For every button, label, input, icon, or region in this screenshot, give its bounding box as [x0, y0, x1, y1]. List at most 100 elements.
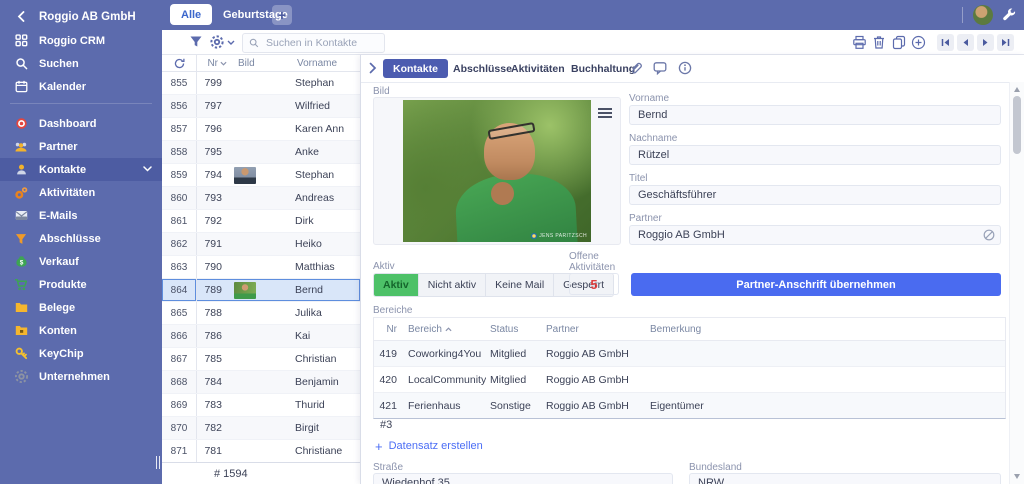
user-avatar[interactable]: [973, 5, 993, 25]
cell-bild[interactable]: [227, 394, 287, 416]
sidebar-item-konten[interactable]: Konten: [0, 319, 162, 342]
table-row[interactable]: 856 797 Wilfried: [162, 95, 360, 118]
cell-nr[interactable]: 791: [197, 233, 227, 255]
sidebar-item-aktivitaeten[interactable]: Aktivitäten: [0, 181, 162, 204]
row-index[interactable]: 860: [162, 187, 197, 209]
cell-vorname[interactable]: Benjamin: [287, 371, 360, 393]
sidebar-item-produkte[interactable]: Produkte: [0, 273, 162, 296]
gear-icon[interactable]: [210, 35, 224, 49]
row-index[interactable]: 861: [162, 210, 197, 232]
table-row[interactable]: 862 791 Heiko: [162, 233, 360, 256]
gear-dropdown-caret-icon[interactable]: [227, 40, 235, 45]
photo-menu-icon[interactable]: [598, 106, 612, 120]
row-index[interactable]: 868: [162, 371, 197, 393]
table-row[interactable]: 860 793 Andreas: [162, 187, 360, 210]
row-index[interactable]: 859: [162, 164, 197, 186]
offene-aktivitaeten-count[interactable]: 5: [569, 273, 619, 295]
row-index[interactable]: 865: [162, 302, 197, 324]
titel-field[interactable]: [629, 185, 1001, 205]
cell-bild[interactable]: [227, 279, 287, 301]
cell-vorname[interactable]: Karen Ann: [287, 118, 360, 140]
row-index[interactable]: 866: [162, 325, 197, 347]
cell-vorname[interactable]: Julika: [287, 302, 360, 324]
cell-bild[interactable]: [227, 302, 287, 324]
cell-bild[interactable]: [227, 72, 287, 94]
cell-vorname[interactable]: Thurid: [287, 394, 360, 416]
table-row[interactable]: 865 788 Julika: [162, 302, 360, 325]
cell-nr[interactable]: 797: [197, 95, 227, 117]
cell-vorname[interactable]: Kai: [287, 325, 360, 347]
cell-bild[interactable]: [227, 164, 287, 186]
cell-vorname[interactable]: Dirk: [287, 210, 360, 232]
row-index[interactable]: 858: [162, 141, 197, 163]
cell-bild[interactable]: [227, 256, 287, 278]
cell-bild[interactable]: [227, 141, 287, 163]
sidebar-item-suchen[interactable]: Suchen: [0, 52, 162, 75]
row-index[interactable]: 867: [162, 348, 197, 370]
cell-status[interactable]: Mitglied: [486, 374, 542, 386]
cell-nr[interactable]: 790: [197, 256, 227, 278]
row-index[interactable]: 870: [162, 417, 197, 439]
delete-trash-icon[interactable]: [872, 35, 886, 50]
sidebar-item-unternehmen[interactable]: Unternehmen: [0, 365, 162, 388]
row-index[interactable]: 855: [162, 72, 197, 94]
wrench-settings-icon[interactable]: [1002, 8, 1016, 22]
bereiche-col-status[interactable]: Status: [486, 324, 542, 335]
sidebar-item-dashboard[interactable]: Dashboard: [0, 112, 162, 135]
sidebar-item-partner[interactable]: Partner: [0, 135, 162, 158]
sidebar-item-belege[interactable]: Belege: [0, 296, 162, 319]
first-record-button[interactable]: [937, 34, 954, 51]
row-index[interactable]: 869: [162, 394, 197, 416]
bereiche-row[interactable]: 419 Coworking4You Mitglied Roggio AB Gmb…: [374, 341, 1005, 367]
cell-bereich[interactable]: LocalCommunity4You: [402, 374, 486, 386]
cell-nr[interactable]: 783: [197, 394, 227, 416]
print-icon[interactable]: [852, 35, 867, 50]
cell-nr[interactable]: 781: [197, 440, 227, 462]
cell-vorname[interactable]: Christiane: [287, 440, 360, 462]
cell-bild[interactable]: [227, 417, 287, 439]
table-row[interactable]: 869 783 Thurid: [162, 394, 360, 417]
sidebar-item-kontakte[interactable]: Kontakte: [0, 158, 162, 181]
cell-vorname[interactable]: Heiko: [287, 233, 360, 255]
strasse-field[interactable]: [373, 473, 673, 484]
table-row[interactable]: 864 789 Bernd: [162, 279, 360, 302]
cell-nr[interactable]: 792: [197, 210, 227, 232]
next-record-button[interactable]: [977, 34, 994, 51]
sidebar-item-abschluesse[interactable]: Abschlüsse: [0, 227, 162, 250]
segment-aktiv[interactable]: Aktiv: [374, 274, 419, 296]
column-header-vorname[interactable]: Vorname: [289, 58, 360, 69]
refresh-icon[interactable]: [162, 55, 197, 71]
previous-record-button[interactable]: [957, 34, 974, 51]
cell-bild[interactable]: [227, 371, 287, 393]
segment-keine-mail[interactable]: Keine Mail: [486, 274, 555, 296]
cell-bild[interactable]: [227, 210, 287, 232]
scroll-down-arrow[interactable]: [1014, 474, 1020, 479]
cell-nr[interactable]: 785: [197, 348, 227, 370]
filter-icon[interactable]: [189, 35, 203, 48]
cell-vorname[interactable]: Christian: [287, 348, 360, 370]
cell-nr[interactable]: 788: [197, 302, 227, 324]
cell-nr[interactable]: 795: [197, 141, 227, 163]
cell-vorname[interactable]: Stephan: [287, 164, 360, 186]
collapse-chevron-right-icon[interactable]: [369, 62, 377, 74]
bereiche-col-nr[interactable]: Nr: [374, 324, 402, 335]
comment-bubble-icon[interactable]: [653, 61, 667, 75]
search-input[interactable]: [264, 36, 373, 50]
row-index[interactable]: 863: [162, 256, 197, 278]
sidebar-item-kalender[interactable]: Kalender: [0, 75, 162, 98]
cell-nr[interactable]: 419: [374, 348, 402, 360]
cell-nr[interactable]: 782: [197, 417, 227, 439]
panel-scrollbar[interactable]: [1009, 82, 1024, 484]
bereiche-col-bemerkung[interactable]: Bemerkung: [644, 324, 1005, 335]
bundesland-field[interactable]: [689, 473, 1001, 484]
last-record-button[interactable]: [997, 34, 1014, 51]
cell-vorname[interactable]: Andreas: [287, 187, 360, 209]
cell-bild[interactable]: [227, 118, 287, 140]
unlink-icon[interactable]: [983, 229, 995, 241]
cell-nr[interactable]: 421: [374, 400, 402, 412]
contact-photo-container[interactable]: JENS PARITZSCH: [373, 97, 621, 245]
bereiche-row[interactable]: 420 LocalCommunity4You Mitglied Roggio A…: [374, 367, 1005, 393]
table-row[interactable]: 868 784 Benjamin: [162, 371, 360, 394]
cell-vorname[interactable]: Wilfried: [287, 95, 360, 117]
cell-vorname[interactable]: Matthias: [287, 256, 360, 278]
